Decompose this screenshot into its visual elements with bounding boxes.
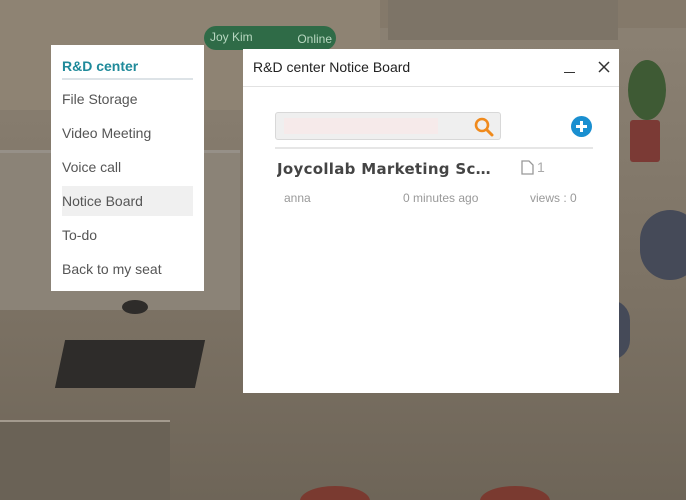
file-icon xyxy=(521,160,534,175)
table xyxy=(54,340,206,388)
plant-pot xyxy=(630,120,660,162)
dialog-title: R&D center Notice Board xyxy=(253,59,411,75)
dialog-titlebar: R&D center Notice Board xyxy=(243,49,619,87)
menu-item-to-do[interactable]: To-do xyxy=(62,220,193,250)
post-title: Joycollab Marketing Schedule xyxy=(277,160,495,178)
room-menu: R&D center File Storage Video Meeting Vo… xyxy=(51,45,204,291)
close-icon[interactable] xyxy=(595,58,613,76)
attachment-count: 1 xyxy=(537,159,545,175)
post-author: anna xyxy=(284,191,311,205)
add-post-button[interactable] xyxy=(571,116,592,137)
search-input[interactable] xyxy=(284,118,438,134)
menu-item-back-to-my-seat[interactable]: Back to my seat xyxy=(62,254,193,284)
user-status-badge[interactable]: Joy Kim Online xyxy=(204,26,336,50)
menu-item-voice-call[interactable]: Voice call xyxy=(62,152,193,182)
floor-mat xyxy=(388,0,618,40)
post-time: 0 minutes ago xyxy=(403,191,479,205)
menu-item-video-meeting[interactable]: Video Meeting xyxy=(62,118,193,148)
menu-item-file-storage[interactable]: File Storage xyxy=(62,84,193,114)
post-views: views : 0 xyxy=(530,191,577,205)
menu-item-notice-board[interactable]: Notice Board xyxy=(62,186,193,216)
search-box xyxy=(275,112,501,140)
sofa xyxy=(640,210,686,280)
post-row[interactable]: Joycollab Marketing Schedule 1 anna 0 mi… xyxy=(275,149,593,215)
notice-board-dialog: R&D center Notice Board Joycollab Market… xyxy=(243,49,619,393)
desk xyxy=(0,420,170,500)
user-status: Online xyxy=(297,32,332,46)
search-icon[interactable] xyxy=(474,117,494,137)
minimize-icon[interactable] xyxy=(561,59,577,75)
stool xyxy=(122,300,148,314)
room-menu-title: R&D center xyxy=(62,55,193,80)
attachment-indicator: 1 xyxy=(521,159,545,177)
plant xyxy=(628,60,666,120)
user-name: Joy Kim xyxy=(210,30,253,44)
